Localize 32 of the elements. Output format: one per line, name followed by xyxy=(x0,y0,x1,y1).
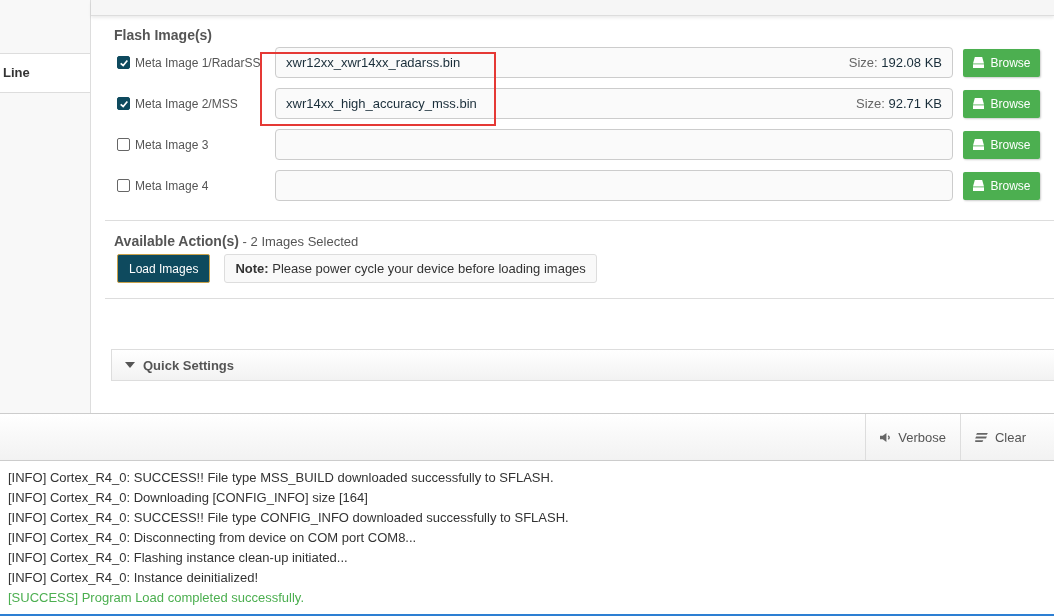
drive-icon xyxy=(972,98,986,109)
image-checkbox[interactable]: Meta Image 2/MSS xyxy=(105,96,275,111)
log-line: [INFO] Cortex_R4_0: Downloading [CONFIG_INFO] size [164] xyxy=(8,489,369,507)
log-line: [INFO] Cortex_R4_0: Flashing instance clean-up initiated... xyxy=(8,549,349,567)
checkmark-icon xyxy=(118,57,129,68)
checkmark-icon xyxy=(118,98,129,109)
log-line: [SUCCESS] Program Load completed successfully. xyxy=(8,589,305,607)
console-button[interactable]: Verbose xyxy=(865,414,960,460)
log-line: [INFO] Cortex_R4_0: SUCCESS!! File type CONFIG_INFO downloaded successfully to SFLASH. xyxy=(8,509,570,527)
file-field[interactable] xyxy=(275,170,953,201)
log-line: [INFO] Cortex_R4_0: Instance deinitialized! xyxy=(8,569,259,587)
lines-icon xyxy=(974,432,988,442)
image-checkbox[interactable]: Meta Image 3 xyxy=(105,137,275,152)
caret-icon xyxy=(125,362,135,368)
speaker-icon xyxy=(880,431,892,443)
file-field[interactable]: xwr12xx_xwr14xx_radarss.bin Size: 192.08 KB xyxy=(275,47,953,78)
image-checkbox[interactable]: Meta Image 4 xyxy=(105,178,275,193)
drive-icon xyxy=(972,57,986,68)
drive-icon xyxy=(972,180,986,191)
file-field[interactable]: xwr14xx_high_accuracy_mss.bin Size: 92.71 KB xyxy=(275,88,953,119)
actions-title: Available Action(s) - 2 Images Selected xyxy=(114,233,360,249)
quick-settings-header[interactable]: Quick Settings xyxy=(111,349,1054,381)
load-images-button[interactable]: Load Images xyxy=(117,254,211,283)
console-button[interactable]: Clear xyxy=(959,414,1040,460)
file-field[interactable] xyxy=(275,129,953,160)
sidebar-item[interactable]: Line xyxy=(0,54,90,93)
drive-icon xyxy=(972,139,986,150)
note-text: Note: Please power cycle your device before loading images xyxy=(224,254,597,283)
section-title: Flash Image(s) xyxy=(114,27,214,45)
log-line: [INFO] Cortex_R4_0: SUCCESS!! File type MSS_BUILD downloaded successfully to SFLASH. xyxy=(8,469,555,487)
log-line: [INFO] Cortex_R4_0: Disconnecting from device on COM port COM8... xyxy=(8,529,418,547)
image-checkbox[interactable]: Meta Image 1/RadarSS xyxy=(105,55,275,70)
